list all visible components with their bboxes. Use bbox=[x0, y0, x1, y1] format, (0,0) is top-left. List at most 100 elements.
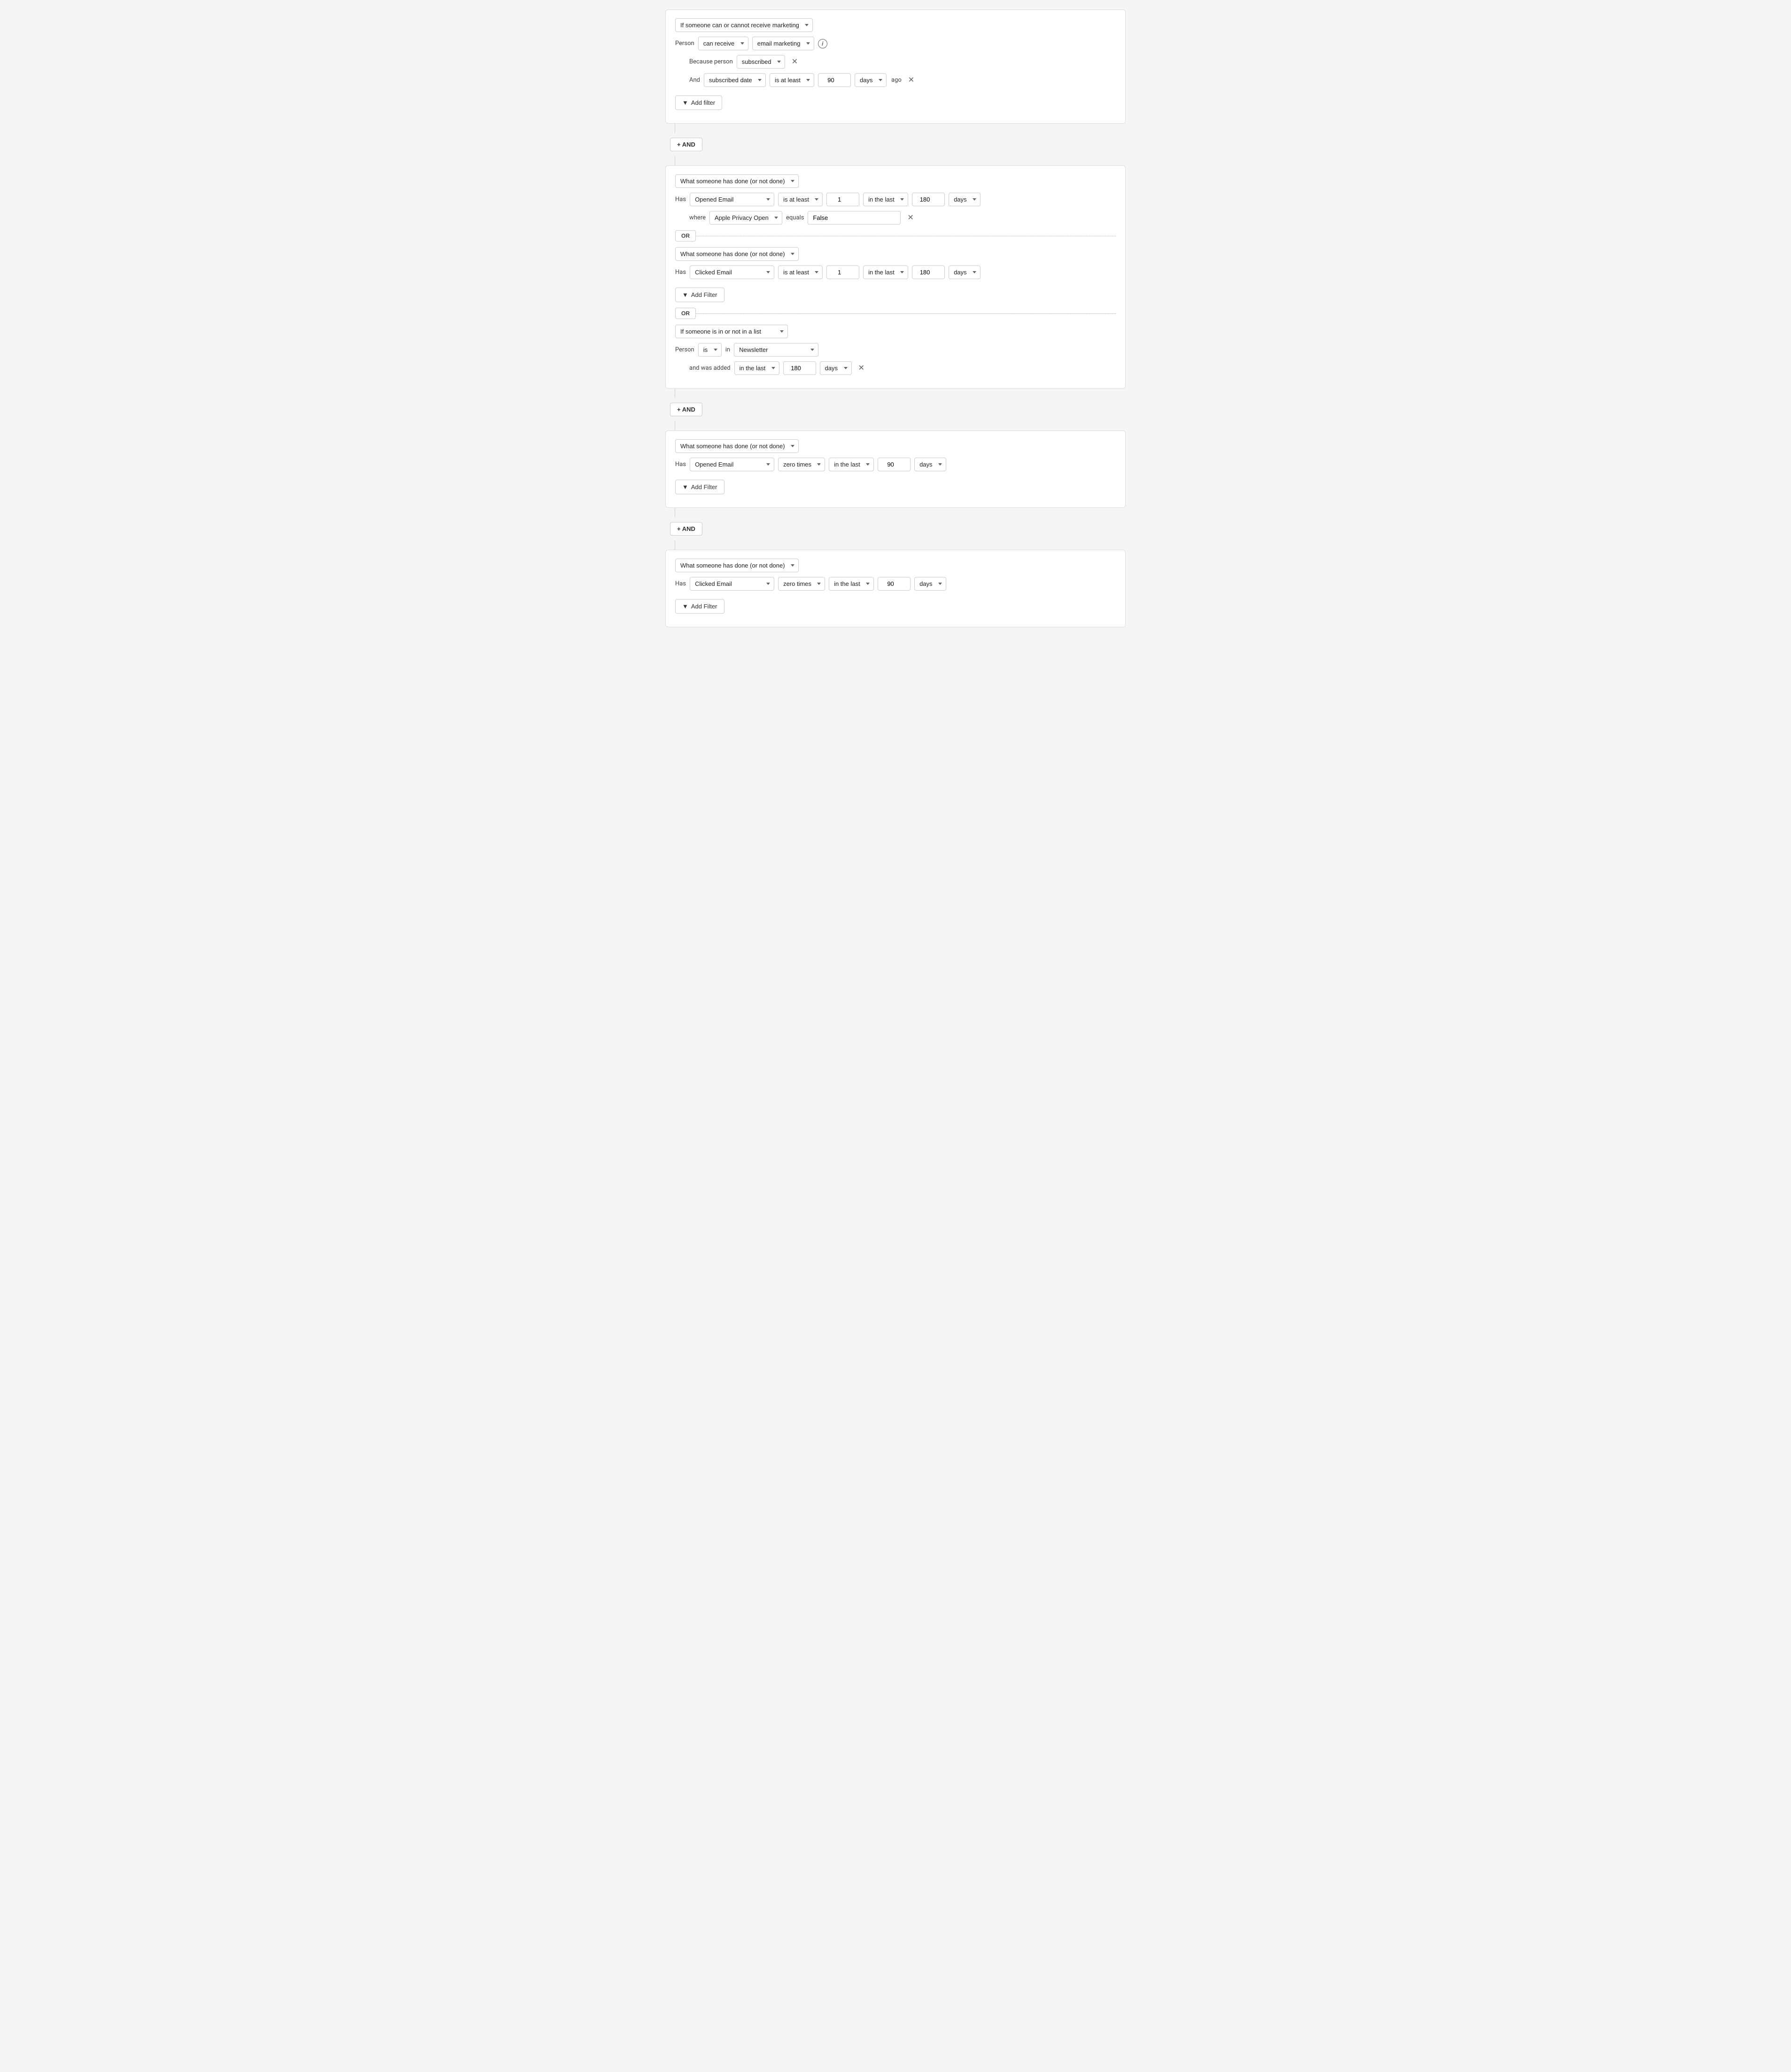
condition-block-1: If someone can or cannot receive marketi… bbox=[665, 9, 1126, 124]
person-row-1: Person can receive email marketing i bbox=[675, 37, 1116, 50]
condition-row-3: What someone has done (or not done) bbox=[675, 439, 1116, 453]
can-receive-select[interactable]: can receive bbox=[698, 37, 748, 50]
add-filter-btn-4[interactable]: ▼ Add Filter bbox=[675, 599, 724, 614]
or-divider-2: OR bbox=[675, 308, 1116, 319]
days-count-input-2[interactable] bbox=[912, 193, 945, 206]
list-select[interactable]: Newsletter bbox=[734, 343, 818, 357]
subscribed-date-select[interactable]: subscribed date bbox=[704, 73, 766, 87]
main-container: If someone can or cannot receive marketi… bbox=[665, 9, 1126, 627]
condition-block-4: What someone has done (or not done) Has … bbox=[665, 550, 1126, 627]
filter-icon-2: ▼ bbox=[682, 291, 688, 298]
added-days-select[interactable]: days bbox=[820, 361, 852, 375]
person-label-2: Person bbox=[675, 346, 694, 353]
and-subscribed-close-btn[interactable]: ✕ bbox=[905, 76, 917, 85]
has-label-2b: Has bbox=[675, 269, 686, 276]
days-count-input-5[interactable] bbox=[878, 577, 911, 591]
condition-type-select-4[interactable]: What someone has done (or not done) bbox=[675, 559, 799, 572]
in-label: in bbox=[725, 346, 730, 353]
where-close-btn[interactable]: ✕ bbox=[904, 213, 916, 223]
add-filter-row-2: ▼ Add Filter bbox=[675, 284, 1116, 302]
days-count-input-1[interactable] bbox=[818, 73, 851, 87]
equals-label: equals bbox=[786, 214, 804, 221]
filter-icon-3: ▼ bbox=[682, 483, 688, 491]
or-divider-1: OR bbox=[675, 230, 1116, 241]
frequency-select-2[interactable]: is at least bbox=[778, 265, 823, 279]
condition-row-1: If someone can or cannot receive marketi… bbox=[675, 18, 1116, 32]
condition-type-select-2[interactable]: What someone has done (or not done) bbox=[675, 174, 799, 188]
added-label: and was added bbox=[689, 365, 731, 372]
and-connector-1: + AND bbox=[665, 138, 1126, 151]
frequency-select-4[interactable]: zero times bbox=[778, 577, 825, 591]
time-range-select-1[interactable]: in the last bbox=[863, 193, 908, 206]
added-days-input[interactable] bbox=[783, 361, 816, 375]
add-filter-row-3: ▼ Add Filter bbox=[675, 476, 1116, 494]
condition-row-2b: What someone has done (or not done) bbox=[675, 247, 1116, 261]
has-clicked-zero-row: Has Clicked Email zero times in the last… bbox=[675, 577, 1116, 591]
subscribed-select[interactable]: subscribed bbox=[737, 55, 785, 69]
count-input-1[interactable] bbox=[826, 193, 859, 206]
where-label: where bbox=[689, 214, 706, 221]
person-label-1: Person bbox=[675, 40, 694, 47]
add-filter-label-2: Add Filter bbox=[691, 291, 717, 298]
because-row: Because person subscribed ✕ bbox=[689, 55, 1116, 69]
condition-block-2: What someone has done (or not done) Has … bbox=[665, 165, 1126, 389]
email-marketing-select[interactable]: email marketing bbox=[752, 37, 814, 50]
days-count-input-3[interactable] bbox=[912, 265, 945, 279]
has-label-2: Has bbox=[675, 196, 686, 203]
condition-type-select-2c[interactable]: If someone is in or not in a list bbox=[675, 325, 788, 338]
has-opened-zero-row: Has Opened Email zero times in the last … bbox=[675, 458, 1116, 471]
was-added-row: and was added in the last days ✕ bbox=[689, 361, 1116, 375]
time-range-select-4[interactable]: in the last bbox=[829, 577, 874, 591]
is-select[interactable]: is bbox=[698, 343, 722, 357]
condition-type-select-1[interactable]: If someone can or cannot receive marketi… bbox=[675, 18, 813, 32]
property-select[interactable]: Apple Privacy Open bbox=[709, 211, 782, 225]
or-btn-2[interactable]: OR bbox=[675, 308, 696, 319]
event-select-opened-3[interactable]: Opened Email bbox=[690, 458, 774, 471]
and-subscribed-row: And subscribed date is at least days ago… bbox=[689, 73, 1116, 87]
frequency-select-1[interactable]: is at least bbox=[778, 193, 823, 206]
days-select-5[interactable]: days bbox=[914, 577, 946, 591]
where-row: where Apple Privacy Open equals ✕ bbox=[689, 211, 1116, 225]
add-filter-btn-1[interactable]: ▼ Add filter bbox=[675, 95, 722, 110]
add-filter-label-1: Add filter bbox=[691, 99, 715, 106]
condition-type-select-3[interactable]: What someone has done (or not done) bbox=[675, 439, 799, 453]
condition-row-4: What someone has done (or not done) bbox=[675, 559, 1116, 572]
time-range-select-2[interactable]: in the last bbox=[863, 265, 908, 279]
has-label-3: Has bbox=[675, 461, 686, 468]
frequency-select-3[interactable]: zero times bbox=[778, 458, 825, 471]
and-connector-3: + AND bbox=[665, 522, 1126, 536]
and-btn-2[interactable]: + AND bbox=[670, 403, 702, 416]
because-person-label: Because person bbox=[689, 58, 733, 65]
add-filter-btn-2[interactable]: ▼ Add Filter bbox=[675, 288, 724, 302]
condition-type-select-2b[interactable]: What someone has done (or not done) bbox=[675, 247, 799, 261]
days-select-4[interactable]: days bbox=[914, 458, 946, 471]
add-filter-btn-3[interactable]: ▼ Add Filter bbox=[675, 480, 724, 494]
count-input-2[interactable] bbox=[826, 265, 859, 279]
has-clicked-row: Has Clicked Email is at least in the las… bbox=[675, 265, 1116, 279]
condition-row-2c: If someone is in or not in a list bbox=[675, 325, 1116, 338]
event-select-opened[interactable]: Opened Email bbox=[690, 193, 774, 206]
or-btn-1[interactable]: OR bbox=[675, 230, 696, 241]
add-filter-label-4: Add Filter bbox=[691, 603, 717, 610]
add-filter-label-3: Add Filter bbox=[691, 483, 717, 491]
filter-icon-1: ▼ bbox=[682, 99, 688, 106]
is-at-least-select-1[interactable]: is at least bbox=[770, 73, 814, 87]
days-select-3[interactable]: days bbox=[949, 265, 981, 279]
because-close-btn[interactable]: ✕ bbox=[789, 57, 801, 67]
days-select-2[interactable]: days bbox=[949, 193, 981, 206]
and-btn-3[interactable]: + AND bbox=[670, 522, 702, 536]
days-select-1[interactable]: days bbox=[855, 73, 887, 87]
time-range-select-3[interactable]: in the last bbox=[829, 458, 874, 471]
has-label-4: Has bbox=[675, 580, 686, 587]
added-time-select[interactable]: in the last bbox=[734, 361, 779, 375]
days-count-input-4[interactable] bbox=[878, 458, 911, 471]
event-select-clicked[interactable]: Clicked Email bbox=[690, 265, 774, 279]
filter-icon-4: ▼ bbox=[682, 603, 688, 610]
event-select-clicked-4[interactable]: Clicked Email bbox=[690, 577, 774, 591]
condition-block-3: What someone has done (or not done) Has … bbox=[665, 430, 1126, 508]
equals-value-input[interactable] bbox=[808, 211, 901, 225]
person-is-row: Person is in Newsletter bbox=[675, 343, 1116, 357]
or-line-2 bbox=[696, 313, 1116, 314]
was-added-close-btn[interactable]: ✕ bbox=[856, 364, 867, 373]
and-btn-1[interactable]: + AND bbox=[670, 138, 702, 151]
